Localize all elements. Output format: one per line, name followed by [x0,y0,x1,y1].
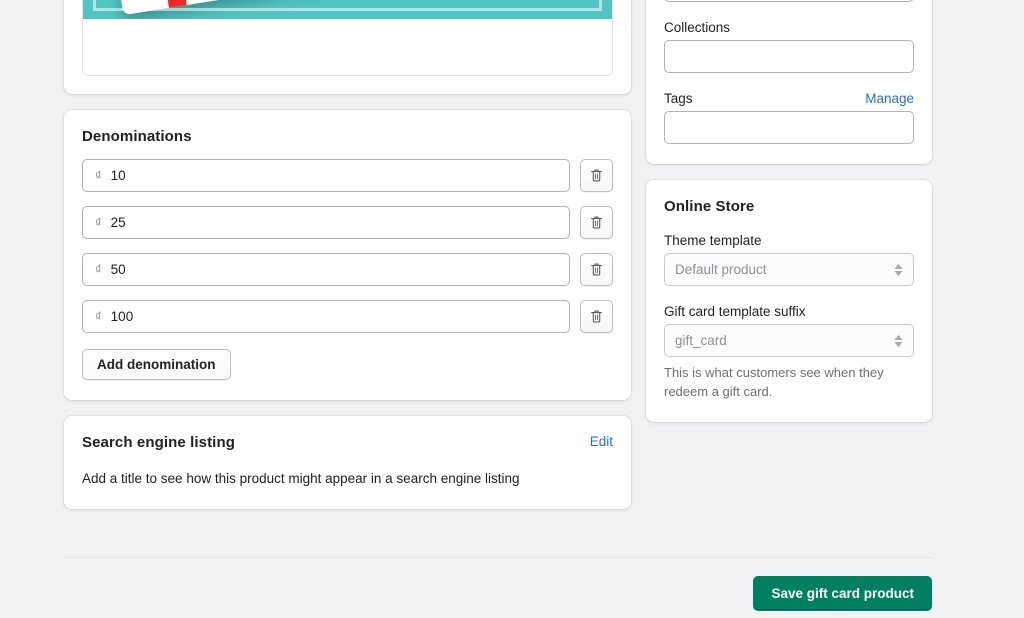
online-store-card-body: Online Store Theme template Default prod… [646,180,932,422]
denomination-value-4: 100 [111,309,134,324]
gift-card-template-suffix-field-group: Gift card template suffix gift_card This… [664,304,914,402]
delete-denomination-button-1[interactable] [580,159,613,192]
currency-symbol: ₫ [95,309,102,324]
trash-icon [589,262,604,277]
denomination-row: ₫ 10 [82,159,613,192]
media-preview-box[interactable] [82,0,613,76]
search-engine-listing-body: Search engine listing Edit Add a title t… [64,416,631,509]
page-root: Denominations ₫ 10 ₫ 25 [0,0,1024,618]
denomination-input-2[interactable]: ₫ 25 [82,206,570,239]
gift-card-stripe [151,0,187,8]
theme-template-label: Theme template [664,233,914,248]
organization-card-body: Vendor Collections Tags Manage [646,0,932,164]
organization-card: Vendor Collections Tags Manage [646,0,932,164]
theme-template-value: Default product [675,262,767,277]
collections-input[interactable] [664,40,914,73]
left-column: Denominations ₫ 10 ₫ 25 [64,0,631,525]
denominations-title: Denominations [82,128,613,145]
denomination-row: ₫ 100 [82,300,613,333]
denomination-row: ₫ 25 [82,206,613,239]
denominations-card: Denominations ₫ 10 ₫ 25 [64,110,631,400]
online-store-title: Online Store [664,198,914,215]
footer-actions: Save gift card product [64,558,932,611]
edit-seo-link[interactable]: Edit [590,434,613,449]
search-engine-listing-description: Add a title to see how this product migh… [82,469,613,489]
gift-card-template-suffix-select[interactable]: gift_card [664,324,914,357]
add-denomination-button[interactable]: Add denomination [82,349,231,380]
stepper-chevrons-icon [894,264,903,276]
tags-input[interactable] [664,111,914,144]
gift-card-template-suffix-help: This is what customers see when they red… [664,364,914,402]
trash-icon [589,168,604,183]
currency-symbol: ₫ [95,262,102,277]
manage-tags-link[interactable]: Manage [865,91,914,106]
gift-card-template-suffix-value: gift_card [675,333,727,348]
currency-symbol: ₫ [95,168,102,183]
delete-denomination-button-4[interactable] [580,300,613,333]
save-gift-card-product-button[interactable]: Save gift card product [753,576,932,611]
denomination-value-3: 50 [111,262,126,277]
gift-card-image [83,0,612,19]
delete-denomination-button-2[interactable] [580,206,613,239]
delete-denomination-button-3[interactable] [580,253,613,286]
denomination-input-3[interactable]: ₫ 50 [82,253,570,286]
media-card [64,0,631,94]
vendor-field-group: Vendor [664,0,914,2]
collections-field-group: Collections [664,20,914,73]
stepper-chevrons-icon [894,335,903,347]
denomination-value-1: 10 [111,168,126,183]
collections-label: Collections [664,20,914,35]
denomination-input-1[interactable]: ₫ 10 [82,159,570,192]
search-engine-listing-title: Search engine listing [82,434,235,451]
tags-field-group: Tags Manage [664,91,914,144]
denomination-row: ₫ 50 [82,253,613,286]
theme-template-select[interactable]: Default product [664,253,914,286]
tags-label-row: Tags Manage [664,91,914,106]
trash-icon [589,215,604,230]
media-card-body [64,0,631,94]
currency-symbol: ₫ [95,215,102,230]
trash-icon [589,309,604,324]
denomination-input-4[interactable]: ₫ 100 [82,300,570,333]
gift-card-template-suffix-label: Gift card template suffix [664,304,914,319]
denominations-card-body: Denominations ₫ 10 ₫ 25 [64,110,631,400]
online-store-card: Online Store Theme template Default prod… [646,180,932,422]
gift-card-graphic [105,0,336,15]
tags-label: Tags [664,91,693,106]
theme-template-field-group: Theme template Default product [664,233,914,286]
search-engine-listing-card: Search engine listing Edit Add a title t… [64,416,631,509]
search-engine-listing-header: Search engine listing Edit [82,434,613,451]
denomination-value-2: 25 [111,215,126,230]
vendor-input[interactable] [664,0,914,2]
right-column: Vendor Collections Tags Manage [646,0,932,438]
